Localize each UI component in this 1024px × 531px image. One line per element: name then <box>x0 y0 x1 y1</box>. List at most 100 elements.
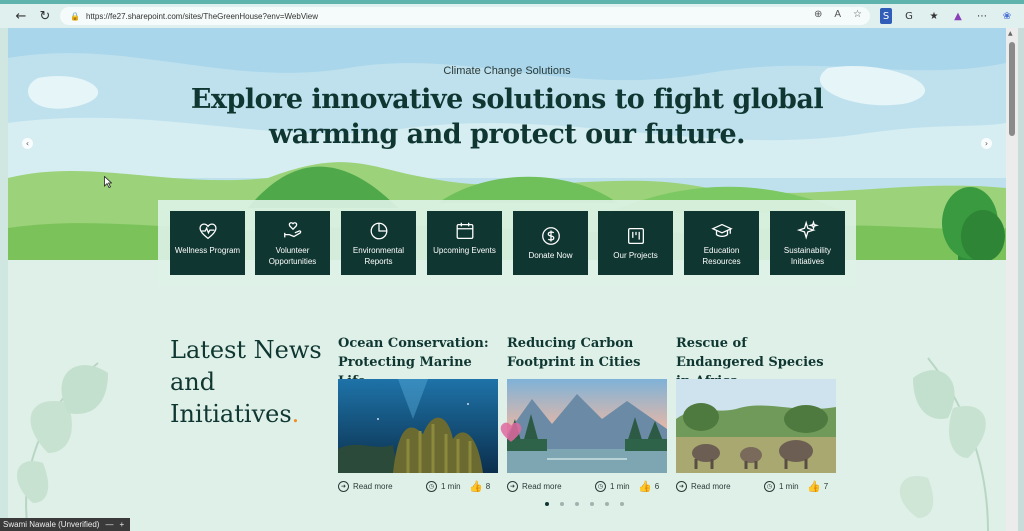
like-count[interactable]: 👍 8 <box>469 480 490 493</box>
heart-pulse-icon <box>198 223 217 240</box>
graduation-cap-icon <box>710 223 733 238</box>
like-count[interactable]: 👍 6 <box>638 480 659 493</box>
news-card-rescue-endangered-species[interactable]: Rescue of Endangered Species in Africa ➜… <box>676 334 836 493</box>
quick-link-label: Wellness Program <box>174 246 241 255</box>
favorite-star-icon[interactable]: ☆ <box>853 9 862 20</box>
news-section-title: Latest News and Initiatives. <box>170 334 330 430</box>
read-time: ◷ 1 min <box>426 480 461 492</box>
back-button[interactable]: ← <box>10 5 32 27</box>
news-card-reducing-carbon[interactable]: Reducing Carbon Footprint in Cities ➜ Re… <box>507 334 667 493</box>
pagination-dot[interactable] <box>590 502 594 506</box>
minimize-button[interactable]: — <box>105 520 113 529</box>
like-count-text: 6 <box>654 481 660 491</box>
sparkles-icon <box>796 220 819 240</box>
pagination-dot[interactable] <box>560 502 564 506</box>
scroll-up-icon[interactable]: ▲ <box>1008 30 1013 37</box>
news-card-image-coral-reef[interactable] <box>338 379 498 473</box>
quick-link-wellness-program[interactable]: Wellness Program <box>170 211 245 275</box>
news-card-meta: ➜ Read more ◷ 1 min 👍 7 <box>676 479 836 493</box>
decorative-leaves-left <box>16 362 108 531</box>
read-more-link[interactable]: Read more <box>691 482 731 491</box>
address-bar[interactable]: 🔒 https://fe27.sharepoint.com/sites/TheG… <box>60 7 870 25</box>
favorites-icon[interactable]: ★ <box>928 8 940 24</box>
carousel-prev-button[interactable]: ‹ <box>22 138 33 149</box>
quick-link-sustainability-initiatives[interactable]: Sustainability Initiatives <box>770 211 845 275</box>
quick-links-bar: Wellness Program Volunteer Opportunities… <box>158 200 856 286</box>
kanban-icon <box>627 228 644 244</box>
hero-kicker: Climate Change Solutions <box>443 65 571 77</box>
copilot-icon[interactable]: ❀ <box>1000 8 1014 24</box>
news-card-ocean-conservation[interactable]: Ocean Conservation: Protecting Marine Li… <box>338 334 498 493</box>
arrow-right-circle-icon: ➜ <box>507 480 518 492</box>
read-time-text: 1 min <box>779 481 799 491</box>
quick-link-label: Education Resources <box>702 246 741 266</box>
refresh-button[interactable]: ↻ <box>34 5 56 27</box>
quick-link-label: Volunteer Opportunities <box>268 246 317 266</box>
pagination-dot[interactable] <box>620 502 624 506</box>
quick-link-education-resources[interactable]: Education Resources <box>684 211 759 275</box>
zoom-icon[interactable]: ⊕ <box>814 9 822 20</box>
read-time: ◷ 1 min <box>595 480 630 492</box>
scrollbar-thumb[interactable] <box>1009 42 1015 136</box>
browser-toolbar: ← ↻ 🔒 https://fe27.sharepoint.com/sites/… <box>0 4 1024 28</box>
news-card-image-elephants[interactable] <box>676 379 836 473</box>
news-title-accent-dot: . <box>291 400 300 428</box>
quick-link-label: Upcoming Events <box>433 246 496 255</box>
extension-s-icon[interactable]: S <box>880 8 892 24</box>
like-count-text: 8 <box>485 481 491 491</box>
news-pagination <box>545 502 624 506</box>
more-menu-icon[interactable]: ⋯ <box>976 8 988 24</box>
quick-link-upcoming-events[interactable]: Upcoming Events <box>427 211 502 275</box>
like-count[interactable]: 👍 7 <box>807 480 828 493</box>
page-scrollbar[interactable]: ▲ <box>1006 28 1018 531</box>
helping-hand-icon <box>283 222 301 238</box>
read-time-text: 1 min <box>610 481 630 491</box>
pie-chart-icon <box>370 222 387 240</box>
pagination-dot[interactable] <box>545 502 549 506</box>
read-time-text: 1 min <box>441 481 461 491</box>
extension-icon[interactable]: ▲ <box>952 8 964 24</box>
calendar-icon <box>456 222 473 239</box>
decorative-leaves-right <box>899 357 989 531</box>
user-status-bar: Swami Nawale (Unverified) — + <box>0 518 130 531</box>
quick-link-donate-now[interactable]: Donate Now <box>513 211 588 275</box>
extension-g-icon[interactable]: G <box>903 8 915 24</box>
dollar-icon <box>541 227 560 245</box>
read-aloud-icon[interactable]: A <box>834 9 841 20</box>
sharepoint-page: Climate Change Solutions Explore innovat… <box>8 28 1006 531</box>
news-card-image-mountain-lake[interactable] <box>507 379 667 473</box>
expand-button[interactable]: + <box>119 520 124 529</box>
quick-link-environmental-reports[interactable]: Environmental Reports <box>341 211 416 275</box>
news-card-title[interactable]: Ocean Conservation: Protecting Marine Li… <box>338 334 498 389</box>
mouse-cursor-icon <box>104 176 112 188</box>
thumbs-up-icon[interactable]: 👍 <box>469 480 483 493</box>
pagination-dot[interactable] <box>575 502 579 506</box>
lock-icon: 🔒 <box>70 11 80 21</box>
clock-icon: ◷ <box>764 480 775 492</box>
window-edge <box>1018 28 1024 531</box>
hero-headline: Explore innovative solutions to fight gl… <box>190 84 824 150</box>
arrow-right-circle-icon: ➜ <box>676 480 687 492</box>
quick-link-label: Our Projects <box>613 251 658 260</box>
thumbs-up-icon[interactable]: 👍 <box>807 480 821 493</box>
arrow-right-circle-icon: ➜ <box>338 480 349 492</box>
quick-link-our-projects[interactable]: Our Projects <box>598 211 673 275</box>
read-more-link[interactable]: Read more <box>522 482 562 491</box>
read-time: ◷ 1 min <box>764 480 799 492</box>
news-card-title[interactable]: Rescue of Endangered Species in Africa <box>676 334 836 389</box>
pagination-dot[interactable] <box>605 502 609 506</box>
quick-link-volunteer-opportunities[interactable]: Volunteer Opportunities <box>255 211 330 275</box>
quick-link-label: Environmental Reports <box>352 246 405 266</box>
news-card-meta: ➜ Read more ◷ 1 min 👍 8 <box>338 479 498 493</box>
thumbs-up-icon[interactable]: 👍 <box>638 480 652 493</box>
read-more-link[interactable]: Read more <box>353 482 393 491</box>
quick-link-label: Sustainability Initiatives <box>783 246 832 266</box>
heart-reaction-icon <box>500 422 522 442</box>
user-name: Swami Nawale (Unverified) <box>3 520 100 529</box>
like-count-text: 7 <box>823 481 829 491</box>
clock-icon: ◷ <box>595 480 606 492</box>
clock-icon: ◷ <box>426 480 437 492</box>
news-card-meta: ➜ Read more ◷ 1 min 👍 6 <box>507 479 667 493</box>
news-card-title[interactable]: Reducing Carbon Footprint in Cities <box>507 334 667 372</box>
carousel-next-button[interactable]: › <box>981 138 992 149</box>
